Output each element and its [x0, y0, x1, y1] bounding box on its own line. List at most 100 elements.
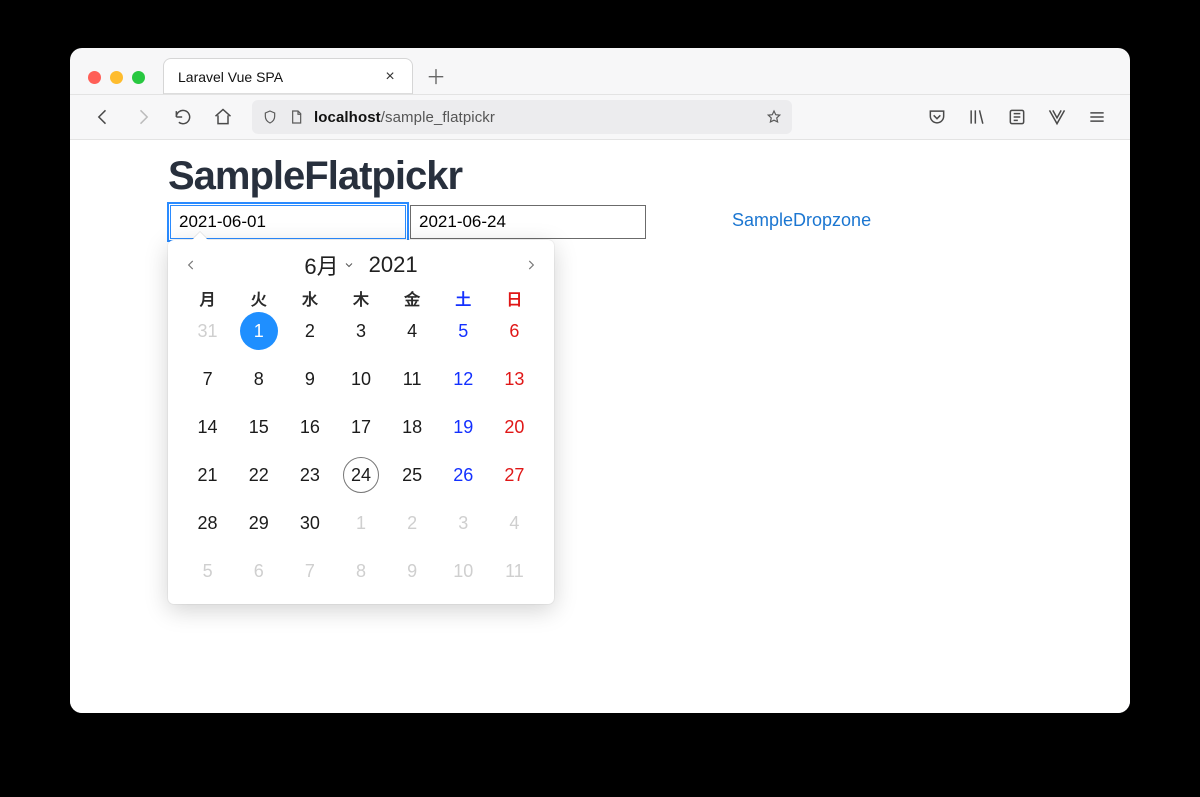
close-icon[interactable]: × [382, 69, 398, 85]
tab-strip: Laravel Vue SPA × ＋ [70, 48, 1130, 94]
url-text: localhost/sample_flatpickr [314, 109, 495, 126]
home-icon [213, 107, 233, 127]
calendar-day[interactable]: 29 [233, 504, 284, 542]
window-traffic-lights [88, 71, 145, 84]
calendar-day[interactable]: 24 [335, 456, 386, 494]
flatpickr-calendar: 6月 2021 月火水木金土日 311234567891011121314151… [168, 240, 554, 604]
chevron-down-icon [343, 259, 355, 271]
chevron-left-icon [184, 258, 198, 272]
calendar-day[interactable]: 30 [284, 504, 335, 542]
pocket-icon [927, 107, 947, 127]
window-close-dot[interactable] [88, 71, 101, 84]
calendar-day[interactable]: 14 [182, 408, 233, 446]
browser-window: Laravel Vue SPA × ＋ lo [70, 48, 1130, 713]
weekday-label: 火 [233, 286, 284, 310]
year-input[interactable]: 2021 [369, 252, 418, 278]
weekday-label: 水 [284, 286, 335, 310]
browser-toolbar: localhost/sample_flatpickr [70, 94, 1130, 140]
month-label: 6月 [304, 249, 338, 281]
library-button[interactable] [960, 100, 994, 134]
calendar-day[interactable]: 26 [438, 456, 489, 494]
app-menu-button[interactable] [1080, 100, 1114, 134]
calendar-day[interactable]: 9 [387, 552, 438, 590]
date-to-input[interactable] [410, 205, 646, 239]
calendar-day[interactable]: 10 [438, 552, 489, 590]
reload-button[interactable] [166, 100, 200, 134]
plus-icon: ＋ [426, 61, 446, 90]
calendar-day[interactable]: 28 [182, 504, 233, 542]
window-zoom-dot[interactable] [132, 71, 145, 84]
reload-icon [173, 107, 193, 127]
weekday-label: 土 [438, 286, 489, 310]
calendar-day[interactable]: 11 [387, 360, 438, 398]
calendar-day[interactable]: 2 [387, 504, 438, 542]
page-title: SampleFlatpickr [168, 154, 1112, 199]
page-icon [288, 109, 304, 125]
calendar-day[interactable]: 3 [335, 312, 386, 350]
calendar-day[interactable]: 5 [438, 312, 489, 350]
calendar-day[interactable]: 19 [438, 408, 489, 446]
calendar-day[interactable]: 8 [233, 360, 284, 398]
calendar-day[interactable]: 8 [335, 552, 386, 590]
input-row: SampleDropzone [170, 205, 1112, 239]
calendar-day[interactable]: 27 [489, 456, 540, 494]
calendar-day[interactable]: 4 [489, 504, 540, 542]
sample-dropzone-link[interactable]: SampleDropzone [732, 210, 871, 231]
calendar-day[interactable]: 2 [284, 312, 335, 350]
page-viewport: SampleFlatpickr SampleDropzone 6月 2021 [70, 140, 1130, 713]
calendar-header: 6月 2021 [168, 248, 554, 282]
calendar-day[interactable]: 17 [335, 408, 386, 446]
star-icon[interactable] [766, 109, 782, 125]
calendar-day[interactable]: 11 [489, 552, 540, 590]
toolbar-right-icons [920, 100, 1114, 134]
calendar-day[interactable]: 21 [182, 456, 233, 494]
calendar-day[interactable]: 6 [233, 552, 284, 590]
library-icon [967, 107, 987, 127]
calendar-day[interactable]: 18 [387, 408, 438, 446]
calendar-day[interactable]: 10 [335, 360, 386, 398]
reader-button[interactable] [1000, 100, 1034, 134]
calendar-day[interactable]: 22 [233, 456, 284, 494]
url-bar[interactable]: localhost/sample_flatpickr [252, 100, 792, 134]
calendar-day[interactable]: 23 [284, 456, 335, 494]
tab-title: Laravel Vue SPA [178, 69, 283, 85]
browser-tab[interactable]: Laravel Vue SPA × [163, 58, 413, 94]
prev-month-button[interactable] [180, 254, 202, 276]
weekday-label: 金 [387, 286, 438, 310]
hamburger-icon [1087, 107, 1107, 127]
calendar-day[interactable]: 4 [387, 312, 438, 350]
calendar-day[interactable]: 25 [387, 456, 438, 494]
next-month-button[interactable] [520, 254, 542, 276]
window-minimize-dot[interactable] [110, 71, 123, 84]
forward-icon [133, 107, 153, 127]
back-icon [93, 107, 113, 127]
home-button[interactable] [206, 100, 240, 134]
weekday-label: 月 [182, 286, 233, 310]
forward-button[interactable] [126, 100, 160, 134]
calendar-day[interactable]: 12 [438, 360, 489, 398]
calendar-day[interactable]: 9 [284, 360, 335, 398]
month-select[interactable]: 6月 [304, 249, 354, 281]
calendar-day[interactable]: 1 [240, 312, 278, 350]
calendar-day[interactable]: 15 [233, 408, 284, 446]
shield-icon [262, 109, 278, 125]
calendar-day[interactable]: 3 [438, 504, 489, 542]
calendar-day[interactable]: 6 [489, 312, 540, 350]
calendar-day[interactable]: 7 [284, 552, 335, 590]
weekday-label: 日 [489, 286, 540, 310]
calendar-day[interactable]: 16 [284, 408, 335, 446]
vue-icon [1047, 107, 1067, 127]
chevron-right-icon [524, 258, 538, 272]
calendar-day[interactable]: 7 [182, 360, 233, 398]
calendar-weekdays: 月火水木金土日 [168, 282, 554, 312]
calendar-day[interactable]: 1 [335, 504, 386, 542]
pocket-button[interactable] [920, 100, 954, 134]
vue-devtools-button[interactable] [1040, 100, 1074, 134]
weekday-label: 木 [335, 286, 386, 310]
calendar-day[interactable]: 31 [182, 312, 233, 350]
calendar-day[interactable]: 20 [489, 408, 540, 446]
new-tab-button[interactable]: ＋ [421, 60, 451, 90]
calendar-day[interactable]: 5 [182, 552, 233, 590]
calendar-day[interactable]: 13 [489, 360, 540, 398]
back-button[interactable] [86, 100, 120, 134]
